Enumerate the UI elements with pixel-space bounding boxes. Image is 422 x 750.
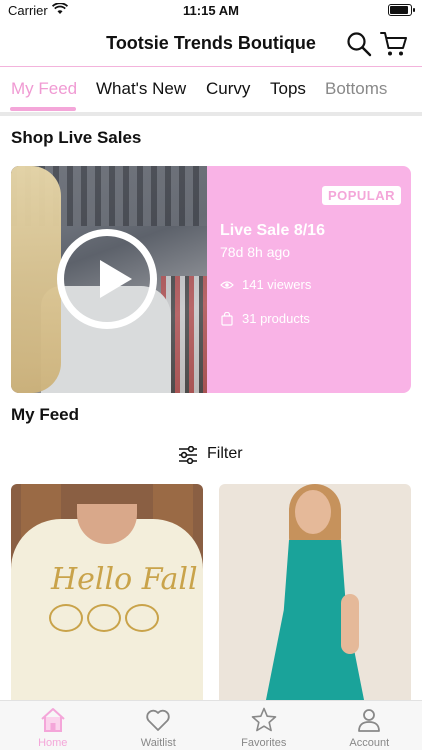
live-sale-card[interactable]: POPULAR Live Sale 8/16 78d 8h ago 141 vi… [11, 166, 411, 393]
tab-waitlist[interactable]: Waitlist [106, 701, 212, 750]
products-count: 31 products [242, 311, 310, 326]
product-card[interactable] [219, 484, 411, 714]
active-tab-indicator [10, 107, 76, 111]
live-sales-heading: Shop Live Sales [11, 128, 142, 147]
viewers-count: 141 viewers [242, 277, 312, 292]
tabs-scroll-fade [382, 67, 422, 112]
tab-waitlist-label: Waitlist [140, 737, 176, 749]
live-sale-time: 78d 8h ago [220, 244, 291, 260]
filter-label: Filter [207, 445, 243, 462]
app-header: Tootsie Trends Boutique [0, 22, 422, 66]
search-icon[interactable] [345, 30, 373, 58]
play-icon[interactable] [57, 229, 157, 329]
battery-icon [388, 4, 415, 16]
tab-home[interactable]: Home [0, 701, 106, 750]
status-time: 11:15 AM [183, 3, 239, 18]
tab-whats-new[interactable]: What's New [96, 79, 186, 99]
heart-icon [146, 709, 170, 731]
shirt-print-text: Hello Fall [51, 562, 198, 597]
person-icon [358, 709, 381, 732]
pumpkin-graphic [49, 604, 169, 634]
live-video-thumbnail[interactable] [11, 166, 207, 393]
tab-favorites[interactable]: Favorites [211, 701, 317, 750]
bottom-tab-bar: Home Waitlist Favorites Account [0, 700, 422, 750]
tab-tops[interactable]: Tops [270, 79, 306, 99]
tab-account-label: Account [349, 737, 390, 749]
product-card[interactable]: Hello Fall [11, 484, 203, 714]
section-divider [0, 112, 422, 116]
eye-icon [220, 281, 234, 289]
tab-my-feed[interactable]: My Feed [11, 79, 77, 99]
cart-icon[interactable] [380, 30, 408, 58]
tab-curvy[interactable]: Curvy [206, 79, 250, 99]
filter-button[interactable]: Filter [0, 443, 422, 467]
my-feed-heading: My Feed [11, 405, 80, 424]
status-bar: Carrier 11:15 AM [0, 0, 422, 22]
category-tabs: My Feed What's New Curvy Tops Bottoms [0, 66, 422, 112]
star-icon [251, 707, 277, 732]
tab-favorites-label: Favorites [241, 737, 287, 749]
tab-bottoms[interactable]: Bottoms [325, 79, 387, 99]
live-sale-title: Live Sale 8/16 [220, 222, 325, 239]
tab-home-label: Home [38, 737, 68, 749]
popular-badge: POPULAR [321, 186, 401, 205]
filter-sliders-icon [179, 446, 197, 464]
home-icon [41, 708, 65, 732]
tab-account[interactable]: Account [317, 701, 422, 750]
bag-icon [221, 312, 233, 326]
